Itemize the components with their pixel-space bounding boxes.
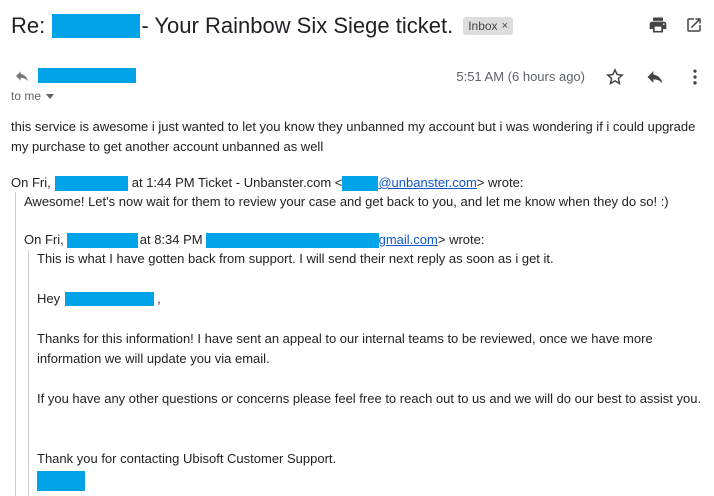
quote2-wrote: > wrote: [437, 232, 485, 247]
redacted-signature [37, 471, 85, 491]
message-body: this service is awesome i just wanted to… [11, 119, 696, 154]
reply-icon[interactable] [643, 65, 667, 89]
quote-attribution-2: On Fri, at 8:34 PM gmail.com > wrote: [24, 230, 484, 250]
message-timestamp: 5:51 AM (6 hours ago) [456, 69, 585, 84]
subject-prefix: Re: [11, 13, 52, 38]
quote2-header: at 8:34 PM [139, 232, 203, 247]
print-icon[interactable] [646, 13, 670, 37]
quote2-paragraph-4: Thank you for contacting Ubisoft Custome… [37, 451, 337, 466]
redacted-date [54, 175, 128, 191]
quote1-header: at 1:44 PM Ticket - Unbanster.com < [131, 175, 343, 190]
quote-attribution-1: On Fri, at 1:44 PM Ticket - Unbanster.co… [11, 173, 523, 193]
quote-bar-outer [15, 192, 16, 496]
quote2-paragraph-1: This is what I have gotten back from sup… [37, 251, 554, 266]
inbox-label: Inbox [468, 19, 498, 33]
quote2-email-link[interactable]: gmail.com [379, 230, 438, 250]
reply-arrow-icon [11, 66, 33, 86]
recipient-details-toggle[interactable]: to me [11, 89, 55, 103]
star-icon[interactable] [603, 65, 627, 89]
chevron-down-icon [46, 93, 55, 99]
more-vert-icon[interactable] [683, 65, 707, 89]
inbox-label-badge: Inbox × [463, 17, 513, 35]
quote2-paragraph-3: If you have any other questions or conce… [37, 391, 702, 406]
quote2-hey: Hey [37, 291, 61, 306]
quote-bar-inner [28, 250, 29, 496]
redacted-email-user [205, 232, 379, 248]
quote1-on: On Fri, [11, 175, 51, 190]
email-subject: Re: - Your Rainbow Six Siege ticket. Inb… [11, 10, 513, 42]
quote1-text: Awesome! Let's now wait for them to revi… [24, 194, 669, 209]
quote1-email-link[interactable]: @unbanster.com [378, 173, 476, 193]
subject-suffix: - Your Rainbow Six Siege ticket. [141, 13, 454, 38]
redacted-date [66, 232, 138, 248]
quote2-paragraph-2: Thanks for this information! I have sent… [37, 331, 653, 366]
quote1-wrote: > wrote: [476, 175, 524, 190]
redacted-sender-name [38, 68, 136, 83]
quote2-greeting: Hey , [37, 289, 161, 309]
open-in-new-window-icon[interactable] [682, 13, 706, 37]
redacted-name [52, 14, 141, 38]
quote2-on: On Fri, [24, 232, 64, 247]
redacted-username [65, 292, 155, 306]
recipient-label: to me [11, 89, 42, 103]
remove-label-button[interactable]: × [502, 20, 508, 32]
quote2-comma: , [157, 291, 161, 306]
redacted-email-user [342, 175, 379, 191]
